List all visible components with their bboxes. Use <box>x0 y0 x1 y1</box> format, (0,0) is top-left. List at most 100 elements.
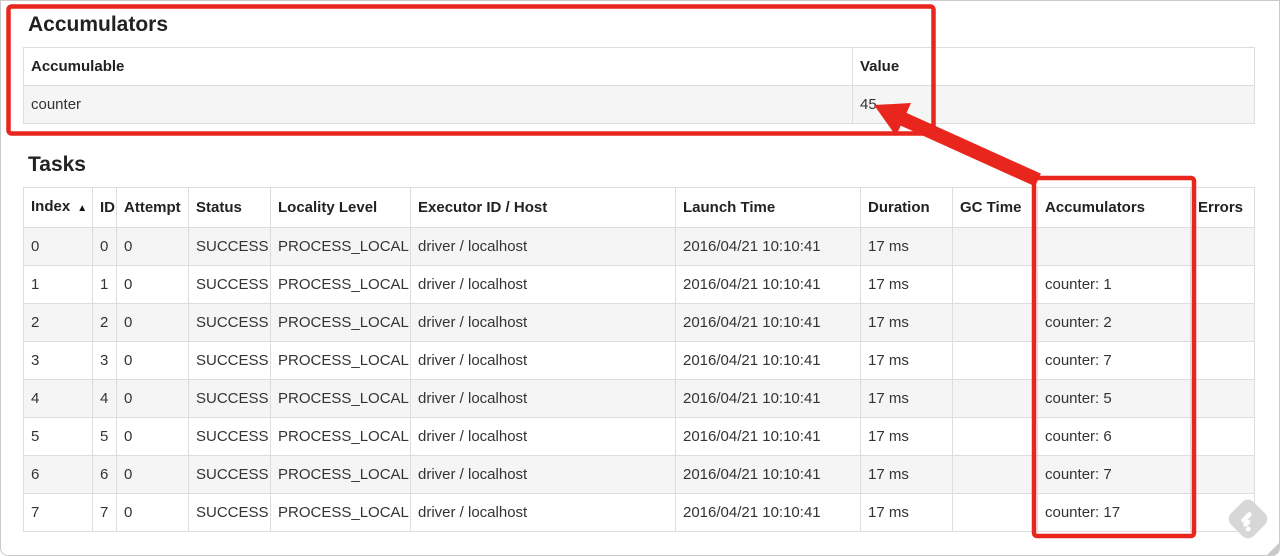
column-header-index[interactable]: Index ▲ <box>23 187 93 228</box>
task-cell-errors <box>1190 341 1255 380</box>
column-header-duration[interactable]: Duration <box>860 187 953 228</box>
task-cell-locality: PROCESS_LOCAL <box>270 493 411 532</box>
task-cell-accumulators <box>1037 227 1191 266</box>
task-row: 1 1 0 SUCCESS PROCESS_LOCAL driver / localhos… <box>23 265 1255 304</box>
task-cell-attempt: 0 <box>116 265 189 304</box>
task-cell-gc <box>952 341 1038 380</box>
task-cell-attempt: 0 <box>116 227 189 266</box>
task-row: 4 4 0 SUCCESS PROCESS_LOCAL driver / localhos… <box>23 379 1255 418</box>
task-cell-errors <box>1190 265 1255 304</box>
task-cell-status: SUCCESS <box>188 379 271 418</box>
task-row: 3 3 0 SUCCESS PROCESS_LOCAL driver / localhos… <box>23 341 1255 380</box>
task-row: 5 5 0 SUCCESS PROCESS_LOCAL driver / localhos… <box>23 417 1255 456</box>
task-cell-launch: 2016/04/21 10:10:41 <box>675 417 861 456</box>
task-cell-id: 2 <box>92 303 117 342</box>
accumulable-name-cell: counter <box>23 85 853 124</box>
column-header-attempt[interactable]: Attempt <box>116 187 189 228</box>
task-cell-id: 5 <box>92 417 117 456</box>
column-header-value[interactable]: Value <box>852 47 1255 86</box>
mouse-cursor <box>1263 535 1279 555</box>
task-cell-accumulators: counter: 1 <box>1037 265 1191 304</box>
task-row: 2 2 0 SUCCESS PROCESS_LOCAL driver / localhos… <box>23 303 1255 342</box>
task-cell-accumulators: counter: 7 <box>1037 341 1191 380</box>
task-cell-locality: PROCESS_LOCAL <box>270 303 411 342</box>
accumulators-table: Accumulable Value counter 45 <box>23 47 1255 124</box>
task-cell-errors <box>1190 379 1255 418</box>
task-cell-gc <box>952 303 1038 342</box>
task-cell-status: SUCCESS <box>188 227 271 266</box>
task-cell-duration: 17 ms <box>860 265 953 304</box>
task-cell-id: 6 <box>92 455 117 494</box>
spark-stage-page: Accumulators Accumulable Value counter 4… <box>0 0 1280 556</box>
task-cell-duration: 17 ms <box>860 379 953 418</box>
task-cell-status: SUCCESS <box>188 303 271 342</box>
task-cell-id: 4 <box>92 379 117 418</box>
task-cell-id: 0 <box>92 227 117 266</box>
task-cell-duration: 17 ms <box>860 227 953 266</box>
page-content: Accumulators Accumulable Value counter 4… <box>1 1 1279 532</box>
task-cell-executor: driver / localhost <box>410 303 676 342</box>
task-cell-accumulators: counter: 2 <box>1037 303 1191 342</box>
tasks-table: Index ▲ ID Attempt Status Locality Level Execu… <box>23 187 1255 532</box>
task-row: 0 0 0 SUCCESS PROCESS_LOCAL driver / localhos… <box>23 227 1255 266</box>
column-header-errors[interactable]: Errors <box>1190 187 1255 228</box>
column-header-id[interactable]: ID <box>92 187 117 228</box>
task-cell-launch: 2016/04/21 10:10:41 <box>675 455 861 494</box>
task-cell-duration: 17 ms <box>860 417 953 456</box>
column-header-status[interactable]: Status <box>188 187 271 228</box>
task-cell-gc <box>952 417 1038 456</box>
column-header-accumulable[interactable]: Accumulable <box>23 47 853 86</box>
sort-ascending-icon: ▲ <box>77 203 88 214</box>
column-header-locality-level[interactable]: Locality Level <box>270 187 411 228</box>
task-cell-accumulators: counter: 17 <box>1037 493 1191 532</box>
task-cell-executor: driver / localhost <box>410 455 676 494</box>
task-cell-accumulators: counter: 7 <box>1037 455 1191 494</box>
task-cell-id: 1 <box>92 265 117 304</box>
task-row: 7 7 0 SUCCESS PROCESS_LOCAL driver / localhos… <box>23 493 1255 532</box>
accumulable-value-cell: 45 <box>852 85 1255 124</box>
tasks-heading: Tasks <box>28 153 86 176</box>
task-cell-executor: driver / localhost <box>410 341 676 380</box>
column-header-accumulators[interactable]: Accumulators <box>1037 187 1191 228</box>
column-header-launch-time[interactable]: Launch Time <box>675 187 861 228</box>
task-row: 6 6 0 SUCCESS PROCESS_LOCAL driver / localhos… <box>23 455 1255 494</box>
task-cell-gc <box>952 265 1038 304</box>
task-cell-status: SUCCESS <box>188 341 271 380</box>
task-cell-locality: PROCESS_LOCAL <box>270 417 411 456</box>
task-cell-locality: PROCESS_LOCAL <box>270 455 411 494</box>
task-cell-accumulators: counter: 6 <box>1037 417 1191 456</box>
task-cell-launch: 2016/04/21 10:10:41 <box>675 493 861 532</box>
accumulator-row: counter 45 <box>23 85 1255 124</box>
task-cell-status: SUCCESS <box>188 417 271 456</box>
task-cell-launch: 2016/04/21 10:10:41 <box>675 227 861 266</box>
task-cell-locality: PROCESS_LOCAL <box>270 227 411 266</box>
task-cell-attempt: 0 <box>116 303 189 342</box>
tasks-table-body: 0 0 0 SUCCESS PROCESS_LOCAL driver / localhos… <box>23 227 1255 532</box>
task-cell-gc <box>952 455 1038 494</box>
column-header-executor-id-host[interactable]: Executor ID / Host <box>410 187 676 228</box>
task-cell-attempt: 0 <box>116 455 189 494</box>
column-header-gc-time[interactable]: GC Time <box>952 187 1038 228</box>
task-cell-id: 3 <box>92 341 117 380</box>
task-cell-duration: 17 ms <box>860 341 953 380</box>
task-cell-index: 0 <box>23 227 93 266</box>
task-cell-index: 7 <box>23 493 93 532</box>
task-cell-attempt: 0 <box>116 341 189 380</box>
task-cell-duration: 17 ms <box>860 303 953 342</box>
task-cell-index: 2 <box>23 303 93 342</box>
task-cell-errors <box>1190 493 1255 532</box>
task-cell-launch: 2016/04/21 10:10:41 <box>675 379 861 418</box>
task-cell-index: 3 <box>23 341 93 380</box>
task-cell-locality: PROCESS_LOCAL <box>270 341 411 380</box>
task-cell-attempt: 0 <box>116 417 189 456</box>
task-cell-status: SUCCESS <box>188 493 271 532</box>
accumulators-header-row: Accumulable Value <box>23 47 1255 86</box>
task-cell-locality: PROCESS_LOCAL <box>270 379 411 418</box>
task-cell-id: 7 <box>92 493 117 532</box>
task-cell-duration: 17 ms <box>860 455 953 494</box>
task-cell-errors <box>1190 455 1255 494</box>
task-cell-launch: 2016/04/21 10:10:41 <box>675 265 861 304</box>
task-cell-errors <box>1190 303 1255 342</box>
task-cell-status: SUCCESS <box>188 265 271 304</box>
task-cell-launch: 2016/04/21 10:10:41 <box>675 341 861 380</box>
